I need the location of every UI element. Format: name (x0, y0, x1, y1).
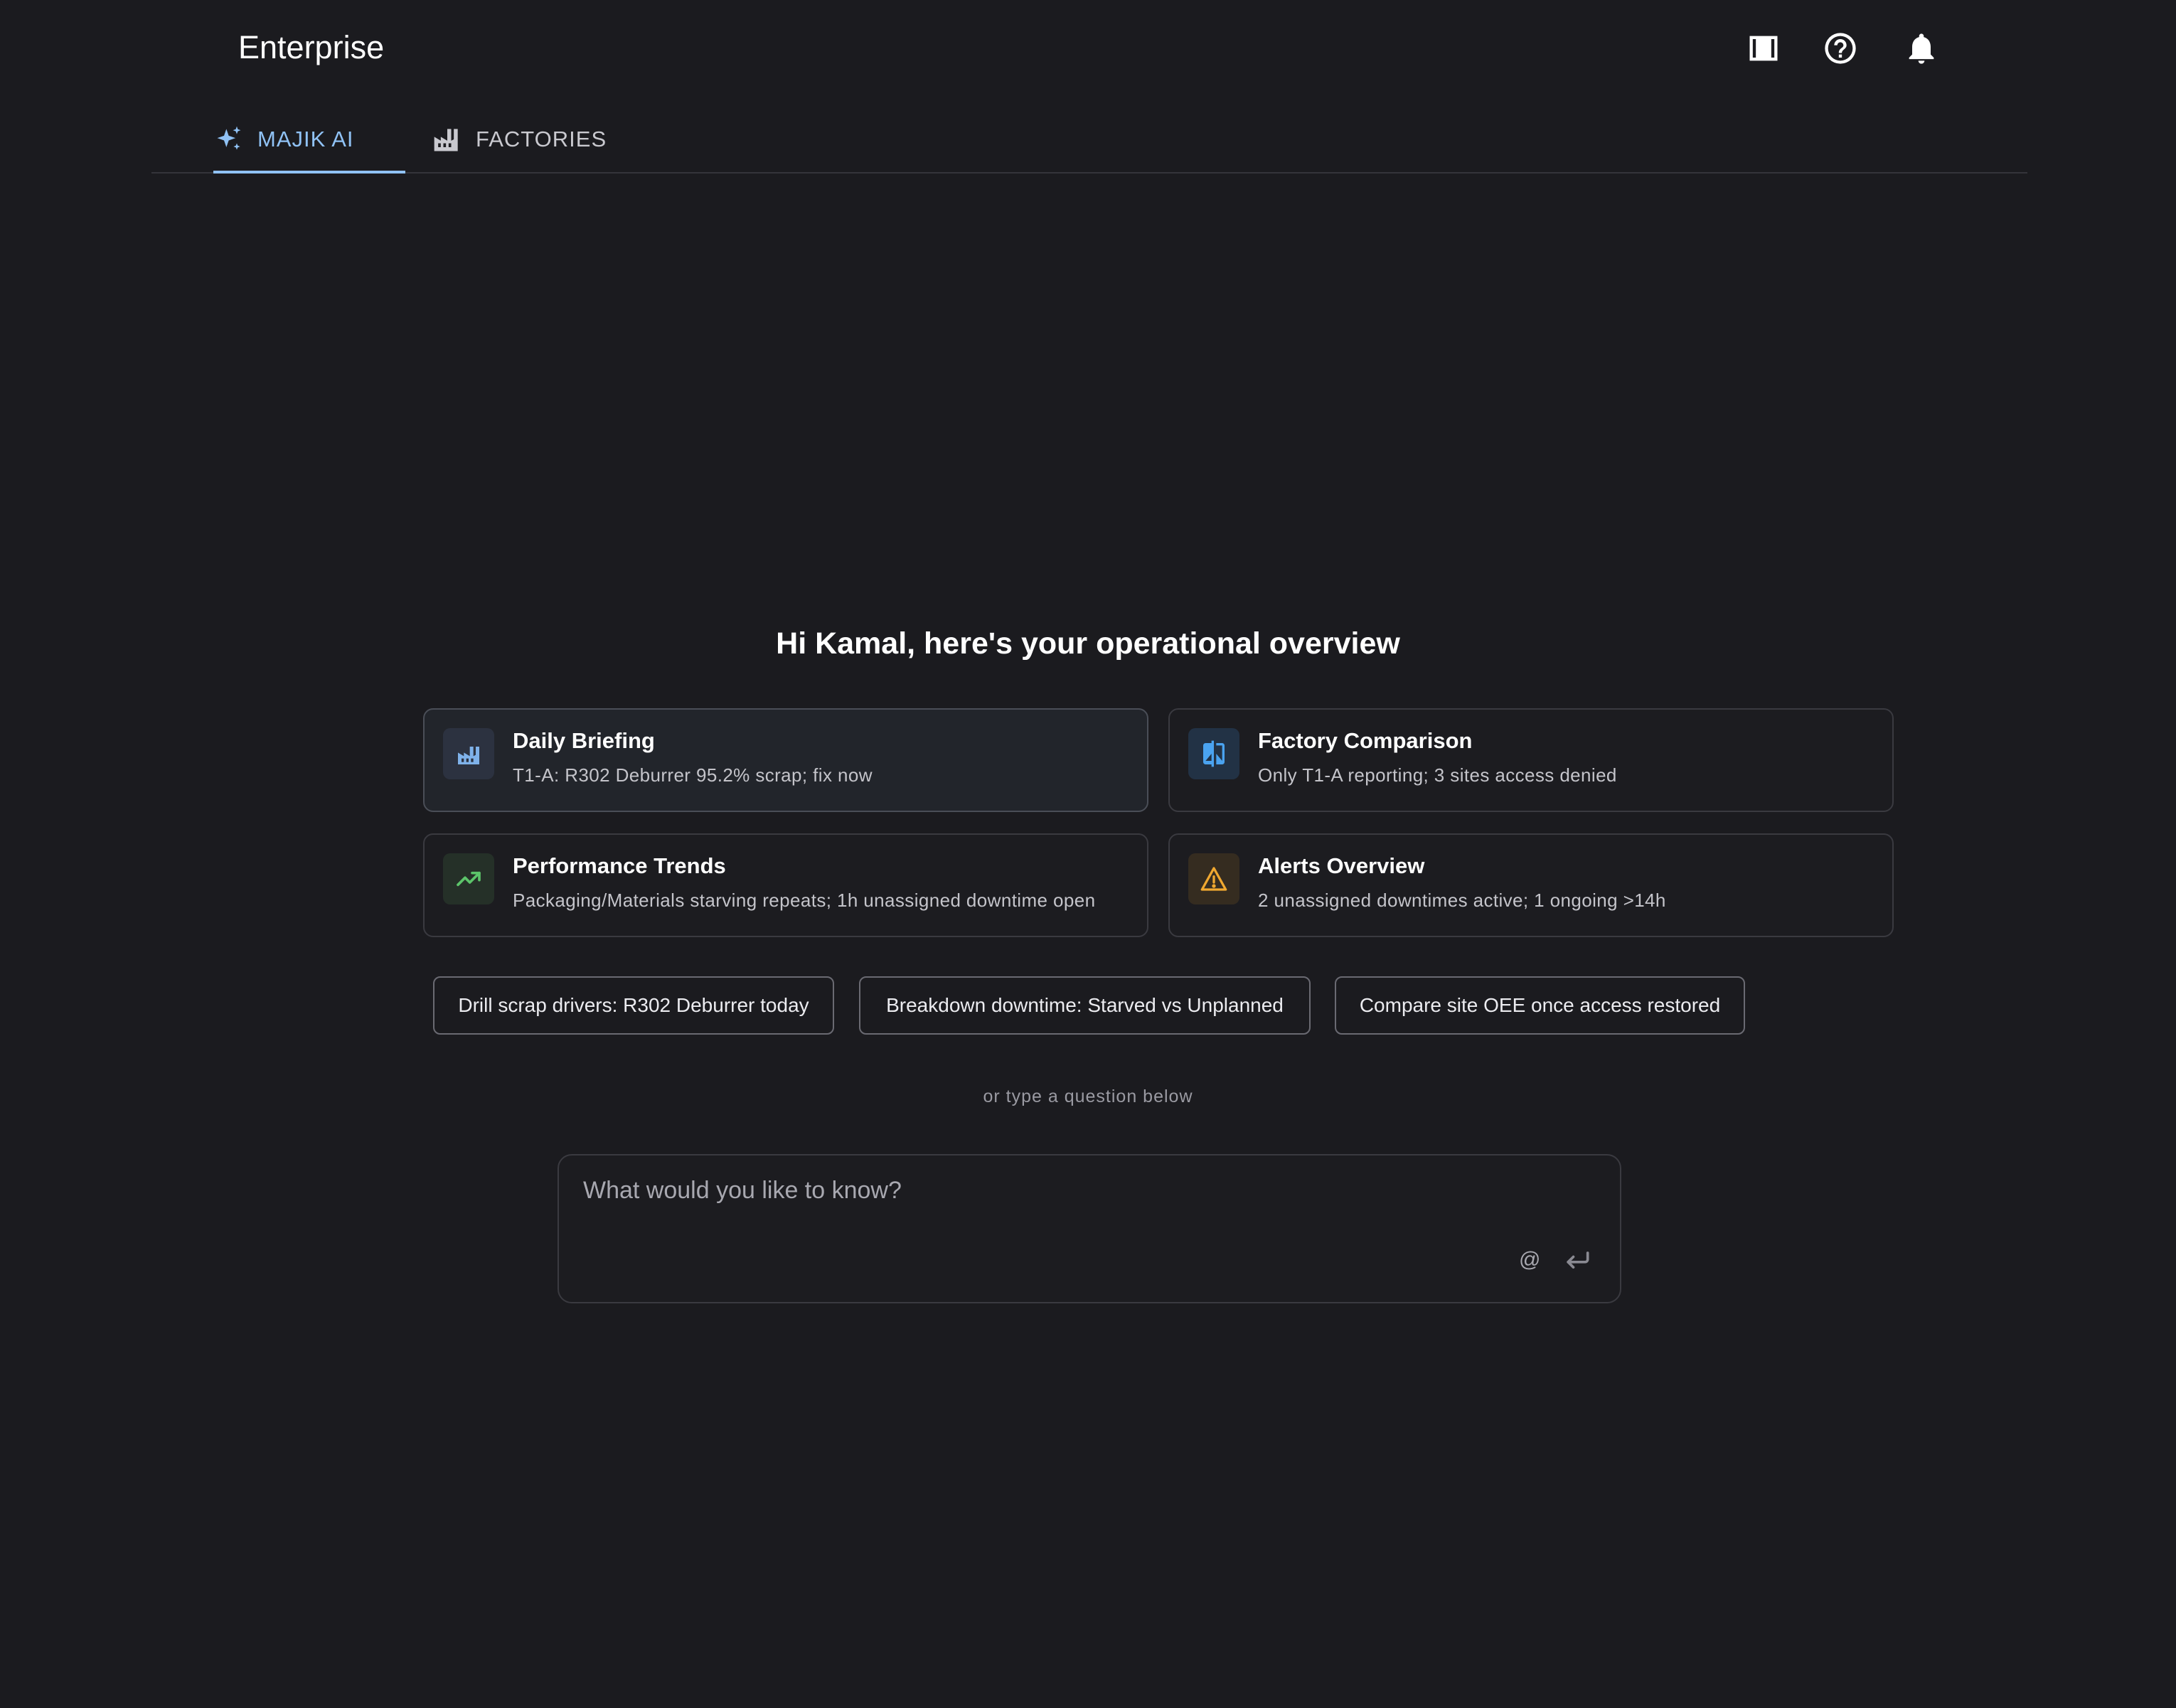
card-subtitle: Only T1-A reporting; 3 sites access deni… (1258, 764, 1617, 786)
panel-icon[interactable] (1744, 28, 1783, 68)
mention-button[interactable]: @ (1519, 1248, 1540, 1272)
card-title: Factory Comparison (1258, 728, 1473, 753)
card-title: Alerts Overview (1258, 853, 1425, 878)
enter-icon[interactable] (1562, 1245, 1593, 1276)
tab-majik-ai[interactable]: MAJIK AI (213, 107, 405, 174)
warning-icon (1188, 853, 1239, 904)
card-daily-briefing[interactable]: Daily Briefing T1-A: R302 Deburrer 95.2%… (423, 708, 1148, 812)
app-title: Enterprise (238, 29, 385, 65)
bell-icon[interactable] (1902, 28, 1941, 68)
factory-icon (443, 728, 494, 779)
input-hint: or type a question below (983, 1087, 1193, 1106)
factory-icon (434, 129, 458, 151)
tab-label: MAJIK AI (257, 127, 354, 151)
tab-bar: MAJIK AI FACTORIES (151, 107, 2027, 174)
suggestion-chip-downtime-breakdown[interactable]: Breakdown downtime: Starved vs Unplanned (859, 976, 1311, 1035)
card-factory-comparison[interactable]: Factory Comparison Only T1-A reporting; … (1168, 708, 1894, 812)
trending-up-icon (443, 853, 494, 904)
sparkle-icon (217, 126, 241, 150)
card-alerts-overview[interactable]: Alerts Overview 2 unassigned downtimes a… (1168, 833, 1894, 937)
card-title: Daily Briefing (513, 728, 655, 753)
suggestion-chip-scrap-drivers[interactable]: Drill scrap drivers: R302 Deburrer today (433, 976, 834, 1035)
card-performance-trends[interactable]: Performance Trends Packaging/Materials s… (423, 833, 1148, 937)
help-icon[interactable] (1820, 28, 1860, 68)
active-tab-indicator (213, 171, 405, 174)
card-subtitle: Packaging/Materials starving repeats; 1h… (513, 890, 1096, 911)
card-subtitle: 2 unassigned downtimes active; 1 ongoing… (1258, 890, 1666, 911)
greeting-heading: Hi Kamal, here's your operational overvi… (776, 626, 1400, 661)
tab-label: FACTORIES (476, 127, 607, 151)
tab-factories[interactable]: FACTORIES (432, 107, 607, 172)
question-box: @ (558, 1154, 1621, 1303)
app-root: Enterprise MAJIK AI FACTORIES Hi Kamal, … (0, 0, 2176, 1708)
card-subtitle: T1-A: R302 Deburrer 95.2% scrap; fix now (513, 764, 873, 786)
question-input[interactable] (583, 1177, 1508, 1219)
suggestion-chip-compare-oee[interactable]: Compare site OEE once access restored (1335, 976, 1745, 1035)
card-title: Performance Trends (513, 853, 726, 878)
compare-icon (1188, 728, 1239, 779)
